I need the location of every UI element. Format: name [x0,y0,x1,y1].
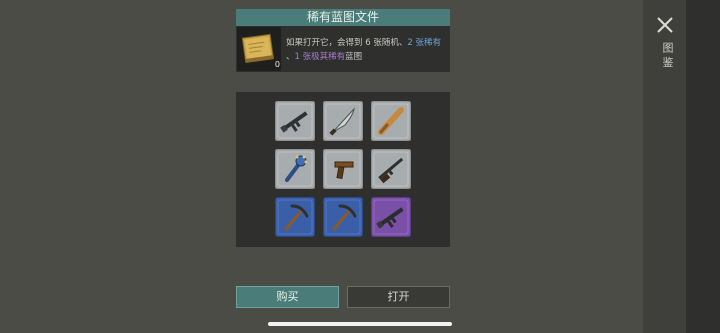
buy-button[interactable]: 购买 [236,286,339,308]
rare-count-text: 2 张稀有 [407,38,441,48]
screen-edge [686,0,720,333]
machete-icon [323,101,363,141]
reward-card[interactable] [323,149,363,189]
dialog-title: 稀有蓝图文件 [236,9,450,26]
reward-card-rare[interactable] [323,197,363,237]
item-count: 0 [274,60,280,69]
reward-card[interactable] [371,101,411,141]
reward-card-rare[interactable] [275,197,315,237]
assault-rifle-icon [275,101,315,141]
pistol-icon [323,149,363,189]
description-part: 、 [286,52,295,62]
reward-card-epic[interactable] [371,197,411,237]
close-icon [657,17,673,33]
description-part: 如果打开它，会得到 6 张随机、 [286,38,408,48]
close-button[interactable] [654,14,676,36]
description-part: 蓝图 [345,52,363,62]
spiked-mace-icon [275,149,315,189]
open-button[interactable]: 打开 [347,286,450,308]
epic-count-text: 1 张极其稀有 [294,52,346,62]
description-text: 如果打开它，会得到 6 张随机、2 张稀有、1 张极其稀有蓝图 [286,36,448,64]
shotgun-icon [371,149,411,189]
baseball-bat-icon [371,101,411,141]
reward-card[interactable] [275,101,315,141]
codex-label[interactable]: 图 鉴 [656,42,674,68]
pickaxe-icon [323,197,363,237]
reward-card[interactable] [371,149,411,189]
pickaxe-icon [275,197,315,237]
assault-rifle-icon [371,197,411,237]
reward-card[interactable] [275,149,315,189]
reward-card[interactable] [323,101,363,141]
home-indicator[interactable] [268,322,452,326]
